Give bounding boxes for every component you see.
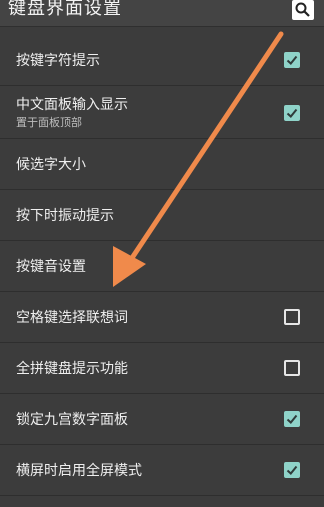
setting-sublabel: 置于面板顶部	[16, 116, 82, 129]
setting-row-pinyin-hint[interactable]: 全拼键盘提示功能	[0, 343, 324, 394]
setting-row-candidate-size[interactable]: 候选字大小	[0, 139, 324, 190]
setting-label: 中文面板输入显示	[16, 97, 128, 113]
check-icon	[286, 55, 298, 65]
setting-row-key-sound[interactable]: 按键音设置	[0, 241, 324, 292]
check-icon	[286, 414, 298, 424]
setting-label: 锁定九宫数字面板	[16, 412, 128, 428]
setting-label: 按键音设置	[16, 259, 86, 275]
setting-checkbox[interactable]	[284, 462, 300, 478]
setting-label: 横屏时启用全屏模式	[16, 463, 142, 479]
search-button[interactable]	[292, 0, 314, 20]
setting-label: 候选字大小	[16, 157, 86, 173]
setting-checkbox[interactable]	[284, 411, 300, 427]
setting-label: 按键字符提示	[16, 53, 100, 69]
setting-row-lock-numpad[interactable]: 锁定九宫数字面板	[0, 394, 324, 445]
header-bar: 键盘界面设置	[0, 0, 324, 27]
setting-row-landscape-fullscreen[interactable]: 横屏时启用全屏模式	[0, 445, 324, 496]
setting-label: 空格键选择联想词	[16, 310, 128, 326]
settings-screen: 键盘界面设置 按键字符提示 中文面板输入显示 置于面板顶部 候选字大小 按下时振…	[0, 0, 324, 507]
setting-label: 按下时振动提示	[16, 208, 114, 224]
setting-label: 全拼键盘提示功能	[16, 361, 128, 377]
setting-row-vibration[interactable]: 按下时振动提示	[0, 190, 324, 241]
setting-checkbox[interactable]	[284, 52, 300, 68]
setting-checkbox[interactable]	[284, 309, 300, 325]
setting-row-chinese-panel-display[interactable]: 中文面板输入显示 置于面板顶部	[0, 86, 324, 139]
check-icon	[286, 108, 298, 118]
check-icon	[286, 465, 298, 475]
settings-list: 按键字符提示 中文面板输入显示 置于面板顶部 候选字大小 按下时振动提示 按键音	[0, 35, 324, 496]
search-icon	[295, 2, 310, 17]
page-title: 键盘界面设置	[8, 0, 122, 19]
setting-row-space-association[interactable]: 空格键选择联想词	[0, 292, 324, 343]
setting-checkbox[interactable]	[284, 360, 300, 376]
setting-checkbox[interactable]	[284, 105, 300, 121]
setting-row-key-char-hint[interactable]: 按键字符提示	[0, 35, 324, 86]
